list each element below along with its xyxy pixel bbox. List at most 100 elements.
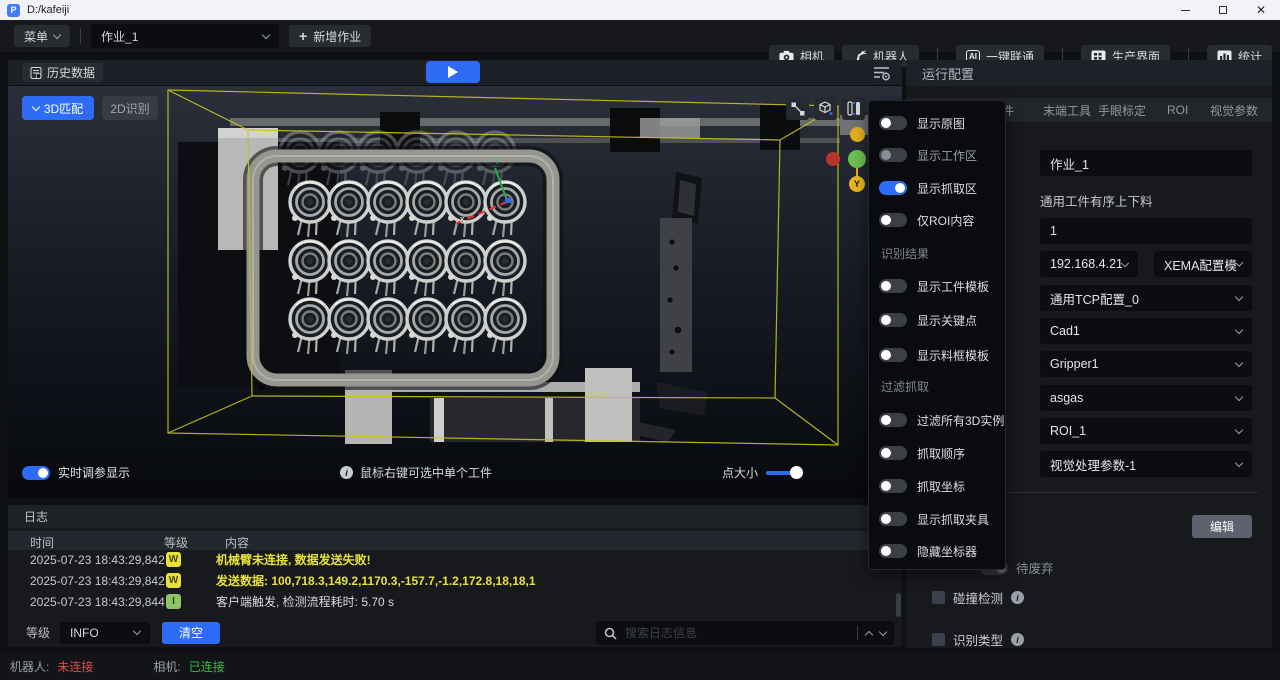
job-name-value: 作业_1 <box>1050 154 1089 173</box>
close-button[interactable]: ✕ <box>1242 0 1280 20</box>
add-job-button[interactable]: + 新增作业 <box>289 25 371 47</box>
mode-2d-recognition-button[interactable]: 2D识别 <box>102 96 158 120</box>
gripper-select[interactable]: Gripper1 <box>1040 351 1252 377</box>
viewer-panel: Y x 历史数据 3D匹配 2D <box>8 60 902 498</box>
minimize-icon <box>1181 10 1190 11</box>
show-part-template-toggle[interactable] <box>879 279 907 293</box>
point-size-label: 点大小 <box>722 464 758 481</box>
add-cube-button[interactable] <box>814 97 837 120</box>
chevron-down-icon <box>32 102 40 110</box>
mode-3d-match-button[interactable]: 3D匹配 <box>22 96 94 120</box>
tab-hand-eye-calibration[interactable]: 手眼标定 <box>1098 102 1146 119</box>
recognition-type-label: 识别类型 <box>953 630 1003 649</box>
warning-badge: W <box>166 573 181 588</box>
tcp-config-select[interactable]: 通用TCP配置_0 <box>1040 285 1252 311</box>
menu-button-label: 菜单 <box>24 28 48 45</box>
workpiece-coils <box>290 182 525 354</box>
level-select[interactable]: INFO <box>60 622 150 644</box>
level-label: 等级 <box>26 624 50 641</box>
measure-tool-button[interactable] <box>786 97 809 120</box>
point-cloud-scene[interactable]: Y x <box>8 86 902 498</box>
ip-select[interactable]: 192.168.4.211 <box>1040 251 1138 277</box>
show-gripper-toggle[interactable] <box>879 512 907 526</box>
job-select[interactable]: 作业_1 <box>91 24 279 48</box>
show-workspace-toggle[interactable] <box>879 148 907 162</box>
tab-end-tool[interactable]: 末端工具 <box>1043 102 1091 119</box>
log-search-input[interactable] <box>625 626 849 640</box>
history-data-button[interactable]: 历史数据 <box>22 63 103 82</box>
gizmo-y-axis-dot[interactable]: Y <box>849 176 865 192</box>
chevron-down-icon <box>1235 458 1243 466</box>
log-toolbar: 等级 INFO 清空 <box>8 618 902 647</box>
maximize-icon <box>1219 6 1227 14</box>
show-grasp-region-toggle[interactable] <box>879 181 907 195</box>
minimize-button[interactable] <box>1166 0 1204 20</box>
collision-checkbox[interactable] <box>932 591 945 604</box>
divider <box>857 626 858 640</box>
log-row[interactable]: 2025-07-23 18:43:29,842 W 机械臂未连接, 数据发送失败… <box>8 549 888 570</box>
mirror-view-button[interactable] <box>842 97 865 120</box>
vision-param-select[interactable]: 视觉处理参数-1 <box>1040 451 1252 477</box>
history-data-label: 历史数据 <box>47 64 95 81</box>
camera-status-value: 已连接 <box>189 658 225 675</box>
roi-only-toggle[interactable] <box>879 213 907 227</box>
recognition-type-checkbox[interactable] <box>932 633 945 646</box>
grasp-coords-toggle[interactable] <box>879 479 907 493</box>
vision-param-value: 视觉处理参数-1 <box>1050 455 1136 474</box>
chevron-down-icon <box>1235 425 1243 433</box>
prev-match-button[interactable] <box>865 630 873 638</box>
show-bin-template-toggle[interactable] <box>879 348 907 362</box>
show-original-toggle[interactable] <box>879 116 907 130</box>
mirror-icon <box>847 101 861 116</box>
slider-thumb[interactable] <box>790 466 803 479</box>
roi-select[interactable]: ROI_1 <box>1040 418 1252 444</box>
log-row[interactable]: 2025-07-23 18:43:29,842 W 发送数据: 100,718.… <box>8 570 888 591</box>
next-match-button[interactable] <box>879 627 887 635</box>
show-keypoints-toggle[interactable] <box>879 313 907 327</box>
log-row[interactable]: 2025-07-23 18:43:29,844 I 客户端触发, 检测流程耗时:… <box>8 591 888 612</box>
count-input[interactable]: 1 <box>1040 218 1252 244</box>
chevron-down-icon <box>262 30 270 38</box>
edit-button[interactable]: 编辑 <box>1192 515 1252 538</box>
recognition-results-header: 识别结果 <box>881 245 929 262</box>
clear-log-button[interactable]: 清空 <box>162 622 220 644</box>
status-bar: 机器人: 未连接 相机: 已连接 <box>0 653 1280 680</box>
job-name-input[interactable]: 作业_1 <box>1040 150 1252 176</box>
tab-roi[interactable]: ROI <box>1167 103 1188 117</box>
play-button[interactable] <box>426 61 480 83</box>
info-icon[interactable]: i <box>1011 591 1024 604</box>
grasp-order-toggle[interactable] <box>879 446 907 460</box>
title-bar: P D:/kafeiji ✕ <box>0 0 1280 20</box>
log-scrollbar[interactable] <box>896 593 901 617</box>
cad-select[interactable]: Cad1 <box>1040 318 1252 344</box>
point-link-icon <box>791 102 805 116</box>
recognition-type-row: 识别类型 i <box>932 630 1024 649</box>
info-icon[interactable]: i <box>1011 633 1024 646</box>
toggle-row: 抓取顺序 <box>879 443 965 463</box>
hide-axes-toggle[interactable] <box>879 544 907 558</box>
gizmo-axis-dot[interactable] <box>850 127 865 142</box>
toggle-row: 隐藏坐标器 <box>879 541 977 561</box>
gripper-value: Gripper1 <box>1050 357 1099 371</box>
camera-template-select[interactable]: XEMA配置模板- <box>1154 251 1252 277</box>
log-search-box <box>596 621 894 645</box>
filter-3d-instances-toggle[interactable] <box>879 413 907 427</box>
robot-status-value: 未连接 <box>57 658 93 675</box>
material-select[interactable]: asgas <box>1040 385 1252 411</box>
plus-icon: + <box>299 29 307 43</box>
display-settings-button[interactable] <box>872 64 892 87</box>
realtime-tuning-label: 实时调参显示 <box>58 464 130 481</box>
gizmo-y-label: Y <box>854 179 860 189</box>
gizmo-axis-dot[interactable] <box>848 150 866 168</box>
info-icon: i <box>340 466 353 479</box>
close-icon: ✕ <box>1256 4 1266 16</box>
maximize-button[interactable] <box>1204 0 1242 20</box>
add-job-label: 新增作业 <box>313 28 361 45</box>
realtime-tuning-toggle[interactable] <box>22 466 50 480</box>
point-size-slider[interactable] <box>766 471 876 475</box>
menu-button[interactable]: 菜单 <box>14 25 70 47</box>
gizmo-axis-dot[interactable] <box>826 152 840 166</box>
tab-vision-params[interactable]: 视觉参数 <box>1210 102 1258 119</box>
log-content: 机械臂未连接, 数据发送失败! <box>216 551 371 568</box>
material-value: asgas <box>1050 391 1083 405</box>
